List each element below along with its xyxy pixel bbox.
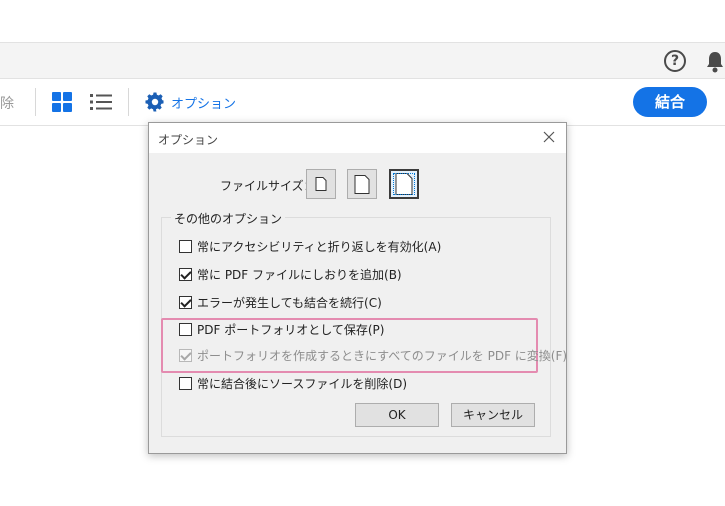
ok-button[interactable]: OK [355,403,439,427]
dialog-title: オプション [158,133,219,147]
large-page-icon [395,173,413,195]
checkbox-box[interactable] [179,296,192,309]
checkbox-label: PDF ポートフォリオとして保存(P) [197,323,385,337]
options-button[interactable]: オプション [145,91,236,113]
file-size-small-button[interactable] [306,169,336,199]
checkbox-label: 常にアクセシビリティと折り返しを有効化(A) [197,240,442,254]
toolbar-divider [128,88,129,116]
combine-button[interactable]: 結合 [633,87,707,117]
gear-icon [145,92,164,112]
bell-icon[interactable] [705,51,725,73]
checkbox-add-bookmarks[interactable]: 常に PDF ファイルにしおりを追加(B) [179,266,402,283]
dialog-title-bar: オプション [149,123,566,153]
checkbox-save-as-portfolio[interactable]: PDF ポートフォリオとして保存(P) [179,321,384,338]
toolbar-divider [35,88,36,116]
file-size-label: ファイルサイズ： [220,179,316,193]
checkbox-box[interactable] [179,323,192,336]
delete-button[interactable]: 除 [0,93,14,113]
checkbox-box [179,349,192,362]
app-window: ? 除 オプション 結合 オプション ファイルサイズ： その他のオプション 常に… [0,0,725,506]
question-circle-icon[interactable]: ? [664,50,686,72]
file-size-medium-button[interactable] [347,169,377,199]
cancel-button[interactable]: キャンセル [451,403,535,427]
list-view-icon[interactable] [90,92,112,112]
checkbox-label: ポートフォリオを作成するときにすべてのファイルを PDF に変換(F) [197,349,568,363]
checkbox-convert-to-pdf: ポートフォリオを作成するときにすべてのファイルを PDF に変換(F) [179,347,567,364]
medium-page-icon [354,174,370,194]
checkbox-box[interactable] [179,240,192,253]
checkbox-accessibility[interactable]: 常にアクセシビリティと折り返しを有効化(A) [179,238,441,255]
top-strip [0,0,725,42]
file-size-large-button[interactable] [389,169,419,199]
close-icon[interactable] [541,129,557,145]
checkbox-label: 常に PDF ファイルにしおりを追加(B) [197,268,402,282]
grid-view-icon[interactable] [52,92,72,112]
checkbox-delete-source[interactable]: 常に結合後にソースファイルを削除(D) [179,375,407,392]
help-bar: ? [0,42,725,79]
checkbox-label: 常に結合後にソースファイルを削除(D) [197,377,408,391]
small-page-icon [315,177,327,191]
checkbox-label: エラーが発生しても結合を続行(C) [197,296,382,310]
toolbar: 除 オプション 結合 [0,79,725,126]
checkbox-continue-on-error[interactable]: エラーが発生しても結合を続行(C) [179,294,382,311]
checkbox-box[interactable] [179,377,192,390]
checkbox-box[interactable] [179,268,192,281]
other-options-label: その他のオプション [171,210,286,227]
options-dialog: オプション ファイルサイズ： その他のオプション 常にアクセシビリティと折り返し… [148,122,567,454]
options-label: オプション [171,96,237,112]
